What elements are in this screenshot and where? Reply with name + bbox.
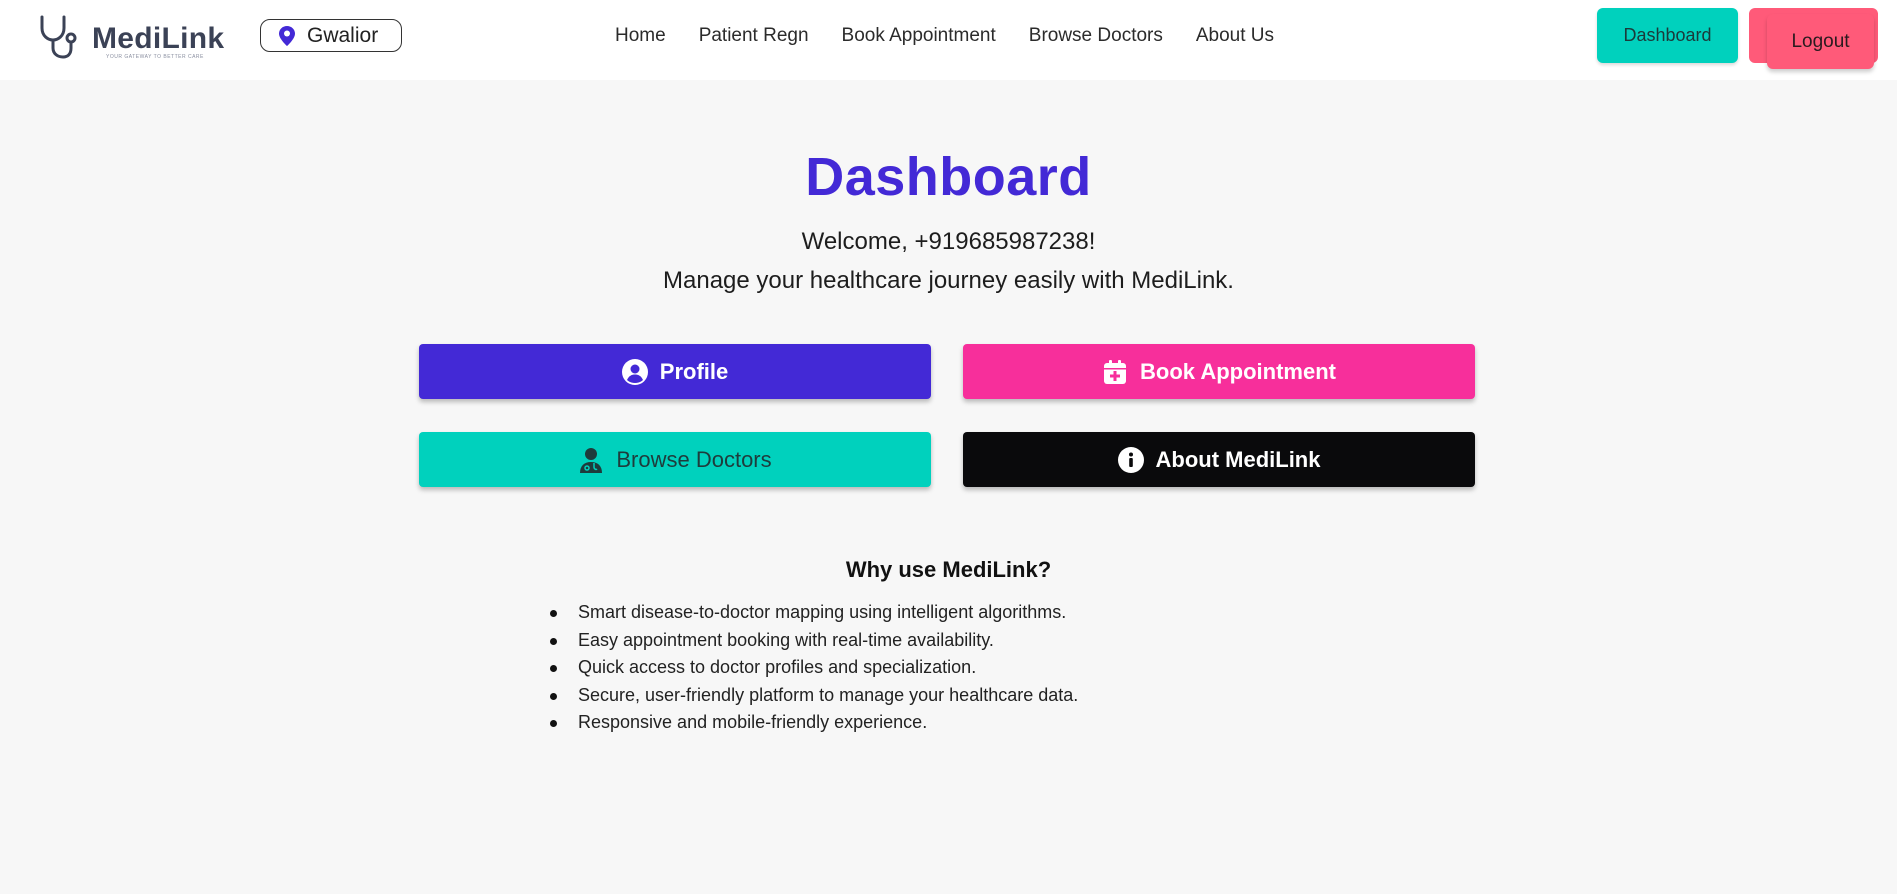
browse-doctors-button-label: Browse Doctors [616,446,772,472]
nav-book-appointment[interactable]: Book Appointment [842,25,996,47]
bullet [550,692,557,700]
stethoscope-icon [40,15,77,59]
browse-doctors-button[interactable]: Browse Doctors [419,432,931,487]
logo-tagline: YOUR GATEWAY TO BETTER CARE [106,54,204,60]
bullet [550,720,557,728]
list-item: Smart disease-to-doctor mapping using in… [550,599,1078,627]
list-item: Responsive and mobile-friendly experienc… [550,709,1078,737]
list-item-text: Quick access to doctor profiles and spec… [578,657,977,678]
list-item: Easy appointment booking with real-time … [550,627,1078,655]
doctor-icon [580,447,603,473]
logo-text: MediLink [92,22,225,55]
logout-button[interactable]: Logout [1767,14,1874,69]
calendar-plus-icon [1104,359,1127,384]
subtitle-text: Manage your healthcare journey easily wi… [663,267,1234,294]
about-medilink-button[interactable]: About MediLink [963,432,1475,487]
bullet [550,637,557,645]
page-title: Dashboard [805,147,1092,207]
user-circle-icon [621,358,648,385]
book-appointment-button-label: Book Appointment [1140,358,1336,384]
main-nav: Home Patient Regn Book Appointment Brows… [615,25,1307,47]
top-navbar: MediLink YOUR GATEWAY TO BETTER CARE Gwa… [0,0,1897,80]
profile-button-label: Profile [659,358,729,384]
book-appointment-button[interactable]: Book Appointment [963,344,1475,399]
list-item: Secure, user-friendly platform to manage… [550,682,1079,710]
profile-button[interactable]: Profile [419,344,931,399]
nav-about-us[interactable]: About Us [1196,25,1274,47]
list-item: Quick access to doctor profiles and spec… [550,654,1078,682]
nav-patient-regn[interactable]: Patient Regn [699,25,809,47]
info-circle-icon [1117,446,1144,473]
location-selector[interactable]: Gwalior [260,19,402,52]
list-item-text: Responsive and mobile-friendly experienc… [578,712,928,733]
why-list: Smart disease-to-doctor mapping using in… [550,599,1079,737]
bullet [550,665,557,673]
list-item-text: Secure, user-friendly platform to manage… [578,684,1079,705]
nav-browse-doctors[interactable]: Browse Doctors [1029,25,1163,47]
location-label: Gwalior [307,23,379,47]
welcome-text: Welcome, +919685987238! [801,228,1096,255]
map-pin-icon [279,25,295,46]
list-item-text: Smart disease-to-doctor mapping using in… [578,602,1067,622]
dashboard-button[interactable]: Dashboard [1597,8,1738,63]
bullet [550,610,557,617]
logo[interactable]: MediLink YOUR GATEWAY TO BETTER CARE [36,14,226,64]
why-heading: Why use MediLink? [845,557,1052,582]
nav-home[interactable]: Home [615,25,666,47]
list-item-text: Easy appointment booking with real-time … [578,629,994,650]
about-medilink-button-label: About MediLink [1155,446,1321,472]
